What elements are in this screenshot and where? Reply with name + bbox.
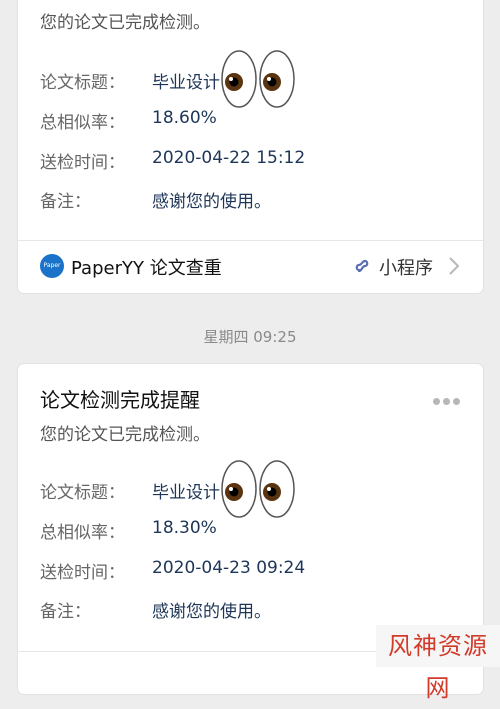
card-subtitle: 您的论文已完成检测。 xyxy=(40,13,210,33)
row-value-note: 感谢您的使用。 xyxy=(152,192,271,212)
more-dot xyxy=(433,398,440,405)
row-value-title: 毕业设计 xyxy=(152,483,220,503)
row-value-title: 毕业设计 xyxy=(152,73,220,93)
card-title: 论文检测完成提醒 xyxy=(40,388,200,412)
mini-program-icon xyxy=(355,259,369,273)
row-label-note: 备注： xyxy=(40,192,91,212)
mini-program-label: 小程序 xyxy=(379,258,433,279)
mini-program-footer[interactable]: Paper PaperYY 论文查重 小程序 xyxy=(18,241,483,293)
row-label-submit-time: 送检时间： xyxy=(40,153,125,173)
row-value-similarity: 18.30% xyxy=(152,518,217,538)
paperyy-logo-icon: Paper xyxy=(40,254,64,278)
row-label-note: 备注： xyxy=(40,602,91,622)
brand-name: PaperYY 论文查重 xyxy=(71,258,222,279)
chevron-right-icon xyxy=(449,257,460,275)
row-value-submit-time: 2020-04-22 15:12 xyxy=(152,148,306,168)
message-card-1[interactable]: 您的论文已完成检测。 论文标题： 毕业设计 总相似率： 18.60% 送检时间：… xyxy=(18,0,483,293)
site-watermark: 风神资源网 xyxy=(376,625,500,702)
row-value-similarity: 18.60% xyxy=(152,108,217,128)
row-label-similarity: 总相似率： xyxy=(40,523,125,543)
eyes-emoji-icon xyxy=(221,50,295,108)
row-label-title: 论文标题： xyxy=(40,483,125,503)
row-label-similarity: 总相似率： xyxy=(40,113,125,133)
card-subtitle: 您的论文已完成检测。 xyxy=(40,425,210,445)
eyes-emoji-icon xyxy=(221,460,295,518)
chat-timestamp: 星期四 09:25 xyxy=(203,328,297,346)
more-dots-icon[interactable] xyxy=(433,398,461,406)
row-label-submit-time: 送检时间： xyxy=(40,563,125,583)
row-label-title: 论文标题： xyxy=(40,73,125,93)
more-dot xyxy=(443,398,450,405)
more-dot xyxy=(453,398,460,405)
row-value-note: 感谢您的使用。 xyxy=(152,602,271,622)
row-value-submit-time: 2020-04-23 09:24 xyxy=(152,558,306,578)
